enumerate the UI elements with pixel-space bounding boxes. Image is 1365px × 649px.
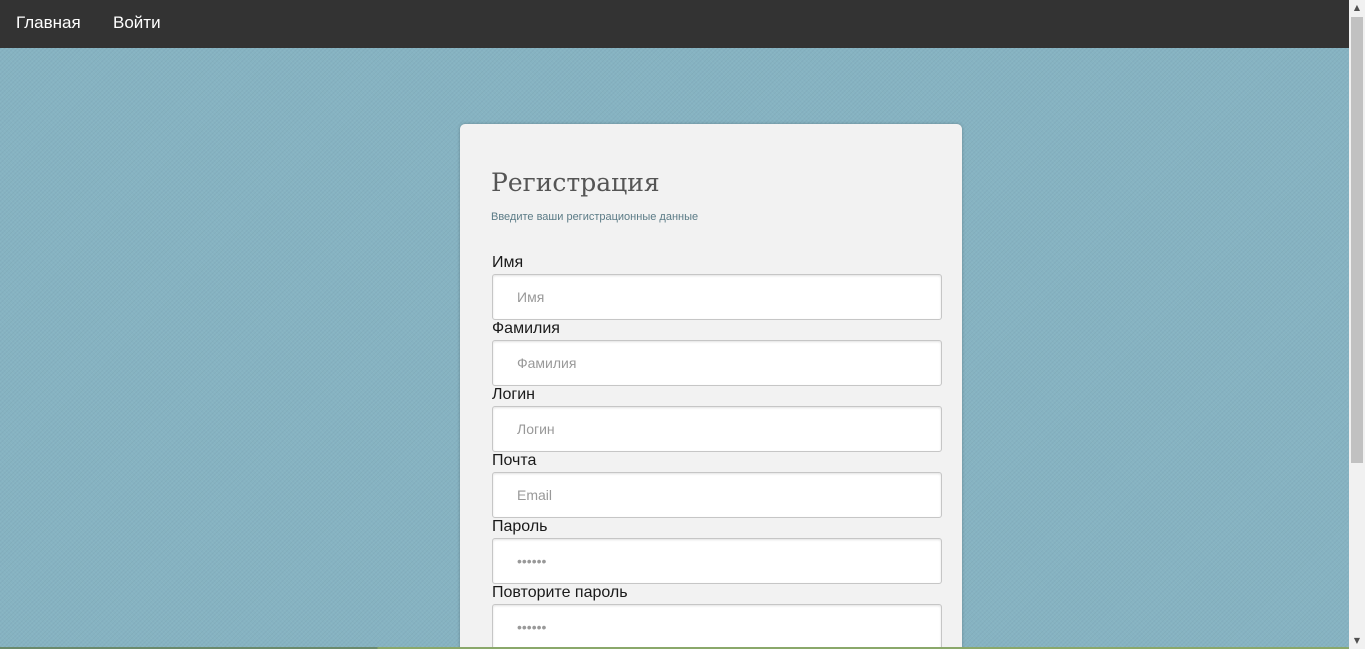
confirm-password-input[interactable] — [492, 604, 942, 649]
email-label: Почта — [492, 452, 537, 469]
password-input[interactable] — [492, 538, 942, 584]
top-navbar: Главная Войти — [0, 0, 1349, 48]
scrollbar-thumb[interactable] — [1351, 17, 1363, 463]
last-name-input[interactable] — [492, 340, 942, 386]
login-input[interactable] — [492, 406, 942, 452]
registration-card: Регистрация Введите ваши регистрационные… — [460, 124, 962, 649]
login-label: Логин — [492, 386, 536, 403]
confirm-password-label: Повторите пароль — [492, 584, 628, 601]
page-subtitle: Введите ваши регистрационные данные — [491, 211, 699, 223]
scroll-up-arrow-icon[interactable]: ▲ — [1349, 0, 1365, 16]
first-name-input[interactable] — [492, 274, 942, 320]
page-title: Регистрация — [491, 168, 660, 197]
password-label: Пароль — [492, 518, 548, 535]
email-input[interactable] — [492, 472, 942, 518]
nav-home-link[interactable]: Главная — [16, 13, 81, 33]
first-name-label: Имя — [492, 254, 524, 271]
scroll-down-arrow-icon[interactable]: ▼ — [1349, 633, 1365, 649]
nav-login-link[interactable]: Войти — [113, 13, 161, 33]
vertical-scrollbar[interactable]: ▲ ▼ — [1349, 0, 1365, 649]
last-name-label: Фамилия — [492, 320, 560, 337]
